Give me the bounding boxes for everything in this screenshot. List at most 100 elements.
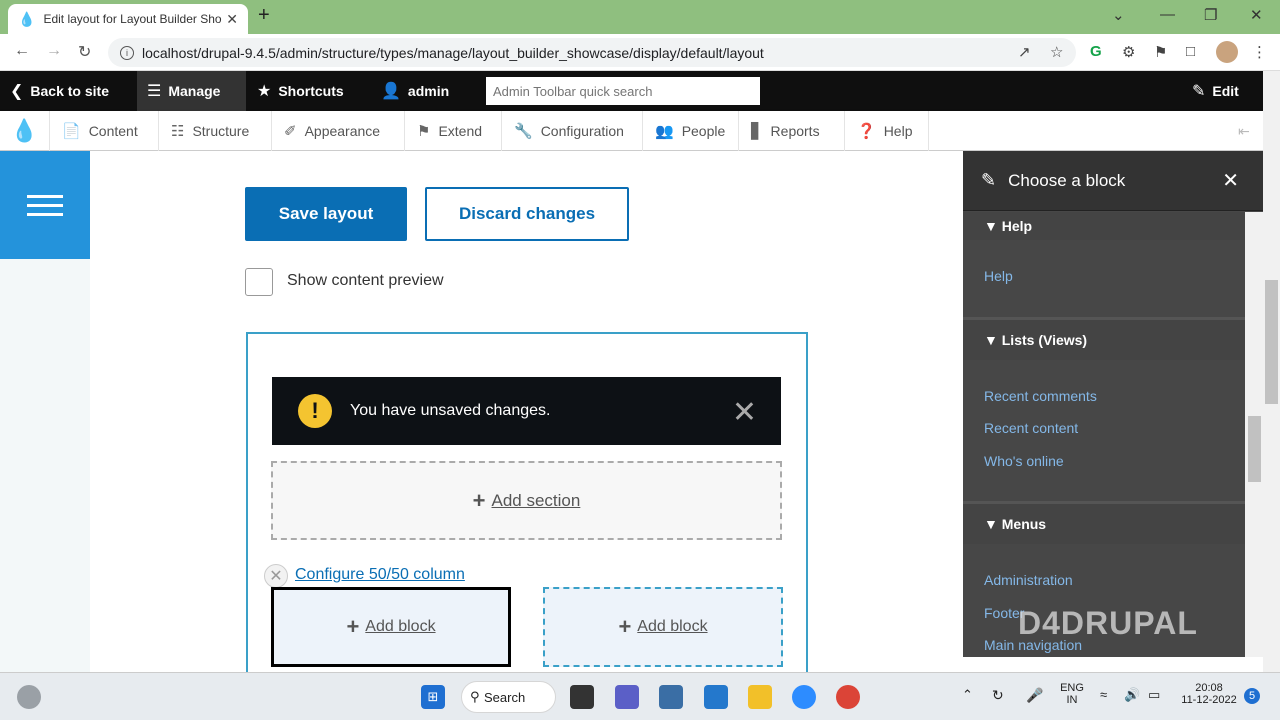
tray-item-content[interactable]: 📄 Content bbox=[50, 111, 159, 151]
close-icon[interactable]: ✕ bbox=[1222, 168, 1239, 193]
wifi-icon[interactable]: ≈ bbox=[1100, 687, 1107, 702]
bar-chart-icon: ▋ bbox=[751, 123, 763, 140]
shortcuts-tab[interactable]: ★ Shortcuts bbox=[257, 71, 344, 111]
reload-icon[interactable]: ↻ bbox=[78, 42, 91, 62]
block-link-help[interactable]: Help bbox=[984, 268, 1013, 284]
battery-icon[interactable]: ▭ bbox=[1148, 687, 1160, 703]
left-pane bbox=[0, 259, 90, 672]
triangle-down-icon: ▼ bbox=[984, 218, 1002, 234]
language-indicator[interactable]: ENG IN bbox=[1058, 682, 1086, 706]
virtualbox-icon[interactable] bbox=[659, 685, 683, 709]
show-hidden-icons[interactable]: ⌃ bbox=[962, 687, 973, 703]
restore-icon[interactable]: ❐ bbox=[1204, 6, 1217, 24]
widgets-icon[interactable] bbox=[17, 685, 41, 709]
teams-icon[interactable] bbox=[615, 685, 639, 709]
drupal-logo-icon[interactable]: 💧 bbox=[0, 111, 50, 151]
notification-badge[interactable]: 5 bbox=[1244, 688, 1260, 704]
warning-icon: ! bbox=[298, 394, 332, 428]
add-block-label: Add block bbox=[637, 618, 708, 635]
block-link-recent-comments[interactable]: Recent comments bbox=[984, 388, 1097, 404]
content-preview-checkbox[interactable] bbox=[245, 268, 273, 296]
new-tab-icon[interactable]: + bbox=[258, 4, 270, 27]
extension-gear-icon[interactable]: ⚙ bbox=[1122, 43, 1135, 61]
block-group-help[interactable]: ▼ Help bbox=[963, 212, 1245, 240]
close-tab-icon[interactable]: ✕ bbox=[226, 11, 238, 28]
language-code: ENG bbox=[1060, 682, 1084, 694]
back-to-site-link[interactable]: ❮ Back to site bbox=[10, 71, 109, 111]
back-to-site-label: Back to site bbox=[30, 83, 109, 99]
file-explorer-icon[interactable] bbox=[748, 685, 772, 709]
browser-tab[interactable]: 💧 Edit layout for Layout Builder Sho ✕ bbox=[8, 4, 248, 34]
close-icon[interactable]: ✕ bbox=[732, 395, 757, 430]
block-link-recent-content[interactable]: Recent content bbox=[984, 420, 1078, 436]
tray-item-configuration[interactable]: 🔧 Configuration bbox=[502, 111, 643, 151]
edit-tab[interactable]: ✎ Edit bbox=[1192, 71, 1239, 111]
user-tab[interactable]: 👤 admin bbox=[381, 71, 449, 111]
save-layout-button[interactable]: Save layout bbox=[245, 187, 407, 241]
sidebar-toggle[interactable] bbox=[0, 151, 90, 259]
pencil-icon: ✎ bbox=[981, 170, 997, 190]
dialog-scrollbar-thumb[interactable] bbox=[1248, 416, 1261, 482]
discard-changes-button[interactable]: Discard changes bbox=[425, 187, 629, 241]
zoom-icon[interactable] bbox=[792, 685, 816, 709]
tray-item-reports[interactable]: ▋ Reports bbox=[739, 111, 845, 151]
add-section-link[interactable]: + Add section bbox=[271, 461, 782, 540]
block-group-lists[interactable]: ▼ Lists (Views) bbox=[963, 320, 1245, 360]
address-bar[interactable]: i localhost/drupal-9.4.5/admin/structure… bbox=[108, 38, 1076, 67]
menu-dots-icon[interactable]: ⋮ bbox=[1252, 43, 1267, 61]
plus-icon: + bbox=[346, 614, 360, 639]
puzzle-icon: ⚑ bbox=[417, 123, 431, 140]
page-scrollbar-thumb[interactable] bbox=[1265, 280, 1278, 404]
block-link-whos-online[interactable]: Who's online bbox=[984, 453, 1064, 469]
url-text: localhost/drupal-9.4.5/admin/structure/t… bbox=[142, 44, 764, 61]
info-icon[interactable]: i bbox=[120, 45, 134, 60]
close-window-icon[interactable]: ✕ bbox=[1250, 6, 1263, 24]
tray-item-help[interactable]: ❓ Help bbox=[845, 111, 929, 151]
star-icon: ★ bbox=[257, 83, 272, 100]
sync-icon[interactable]: ↻ bbox=[992, 687, 1004, 704]
dialog-header: ✎ Choose a block ✕ bbox=[963, 151, 1263, 211]
user-label: admin bbox=[407, 83, 450, 99]
clock-date: 11-12-2022 bbox=[1181, 694, 1237, 706]
taskbar-search[interactable]: ⚲ Search bbox=[461, 681, 556, 713]
watermark: D4DRUPAL bbox=[1018, 605, 1198, 641]
block-group-menus[interactable]: ▼ Menus bbox=[963, 504, 1245, 544]
volume-icon[interactable]: 🔊 bbox=[1124, 687, 1140, 703]
task-view-icon[interactable] bbox=[570, 685, 594, 709]
microphone-icon[interactable]: 🎤 bbox=[1026, 687, 1043, 704]
chevron-down-icon[interactable]: ⌄ bbox=[1112, 6, 1125, 24]
windows-taskbar: ⊞ ⚲ Search ⌃ ↻ 🎤 ENG IN ≈ 🔊 ▭ 20:08 11-1… bbox=[0, 672, 1280, 720]
admin-toolbar: ❮ Back to site ☰ Manage ★ Shortcuts 👤 ad… bbox=[0, 71, 1280, 111]
tray-item-people[interactable]: 👥 People bbox=[643, 111, 739, 151]
configure-section-link[interactable]: Configure 50/50 column bbox=[295, 566, 465, 584]
manage-tab[interactable]: ☰ Manage bbox=[137, 71, 246, 111]
tray-item-appearance[interactable]: ✐ Appearance bbox=[272, 111, 405, 151]
share-icon[interactable]: ↗ bbox=[1018, 43, 1031, 61]
tray-label: Appearance bbox=[304, 123, 381, 139]
block-link-administration[interactable]: Administration bbox=[984, 572, 1073, 588]
star-icon[interactable]: ☆ bbox=[1050, 43, 1063, 61]
sidepanel-icon[interactable]: □ bbox=[1186, 43, 1195, 60]
chrome-icon[interactable] bbox=[836, 685, 860, 709]
add-block-link-second[interactable]: + Add block bbox=[543, 587, 783, 667]
tray-label: People bbox=[681, 123, 726, 139]
choose-block-dialog: ✎ Choose a block ✕ ▼ Help Help ▼ Lists (… bbox=[963, 151, 1263, 657]
back-circle-icon: ❮ bbox=[10, 83, 24, 100]
windows-start-icon[interactable]: ⊞ bbox=[421, 685, 445, 709]
extensions-puzzle-icon[interactable]: ⚑ bbox=[1154, 43, 1167, 61]
collapse-tray-icon[interactable]: ⇤ bbox=[1226, 111, 1263, 151]
tray-item-extend[interactable]: ⚑ Extend bbox=[405, 111, 502, 151]
clock[interactable]: 20:08 11-12-2022 bbox=[1178, 682, 1240, 706]
remove-section-icon[interactable]: ✕ bbox=[264, 564, 288, 588]
back-arrow-icon[interactable]: ← bbox=[14, 42, 30, 60]
forward-arrow-icon[interactable]: → bbox=[46, 42, 62, 60]
admin-toolbar-search-input[interactable] bbox=[486, 77, 760, 105]
tray-item-structure[interactable]: ☷ Structure bbox=[159, 111, 272, 151]
profile-avatar[interactable] bbox=[1216, 41, 1238, 63]
add-block-link-first[interactable]: + Add block bbox=[271, 587, 511, 667]
minimize-icon[interactable]: — bbox=[1160, 6, 1175, 23]
people-icon: 👥 bbox=[655, 123, 674, 140]
grammarly-icon[interactable]: G bbox=[1090, 43, 1102, 60]
vscode-icon[interactable] bbox=[704, 685, 728, 709]
group-title: Menus bbox=[1001, 516, 1047, 532]
